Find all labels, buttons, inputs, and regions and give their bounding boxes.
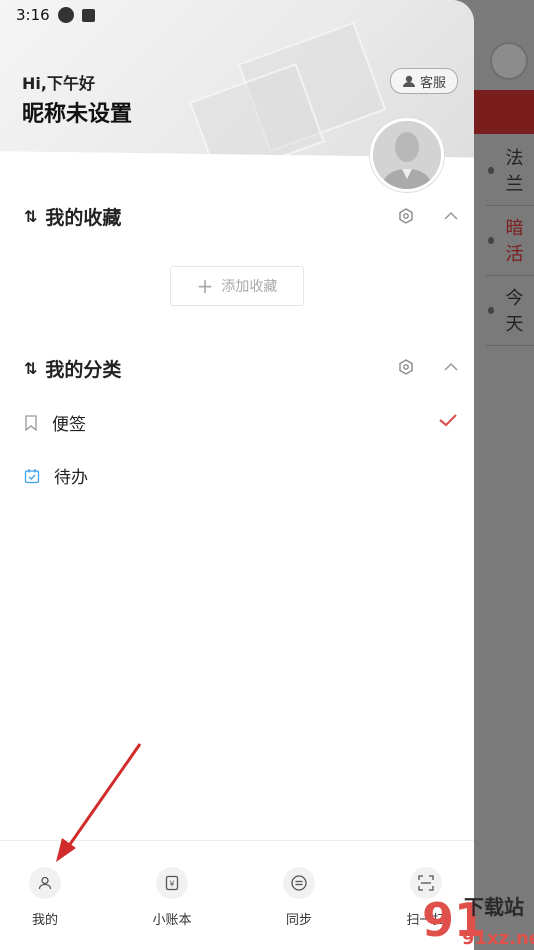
add-favorite-button[interactable]: + 添加收藏 [170, 266, 304, 306]
plus-icon: + [196, 274, 214, 298]
avatar[interactable] [370, 118, 444, 192]
background-avatar [490, 42, 528, 80]
bottom-tab-bar: 我的 ¥ 小账本 同步 扫一扫 [0, 840, 474, 950]
selected-check-icon [439, 414, 457, 427]
favorites-collapse-icon[interactable] [443, 208, 459, 224]
greeting-text: Hi,下午好 [22, 74, 95, 93]
background-list-item: 暗活 [486, 205, 534, 276]
svg-text:下载站: 下载站 [464, 895, 524, 919]
bookmark-icon [25, 414, 37, 431]
customer-service-button[interactable]: 客服 [390, 68, 458, 94]
watermark-logo: 91 下载站 91xz.net [422, 893, 534, 949]
background-list-item: 法兰 [486, 135, 534, 206]
status-a-icon [81, 8, 95, 22]
user-icon [38, 876, 52, 890]
categories-title: ⇅ 我的分类 [24, 359, 122, 381]
status-time: 3:16 [16, 6, 50, 24]
sync-icon [291, 875, 307, 891]
sort-icon[interactable]: ⇅ [24, 359, 37, 378]
categories-collapse-icon[interactable] [443, 359, 459, 375]
background-red-bar [474, 90, 534, 134]
svg-text:¥: ¥ [169, 880, 174, 889]
background-list-item: 今天 [486, 275, 534, 346]
sort-icon[interactable]: ⇅ [24, 207, 37, 226]
tab-ledger[interactable]: ¥ 小账本 [132, 867, 212, 928]
tab-sync[interactable]: 同步 [259, 867, 339, 928]
nickname-text[interactable]: 昵称未设置 [22, 96, 132, 128]
avatar-placeholder-icon [373, 121, 441, 189]
favorites-title: ⇅ 我的收藏 [24, 207, 122, 229]
tab-mine[interactable]: 我的 [5, 867, 85, 928]
svg-text:91xz.net: 91xz.net [462, 928, 534, 949]
customer-service-label: 客服 [419, 75, 446, 91]
customer-service-icon [402, 75, 415, 87]
categories-settings-icon[interactable] [398, 359, 414, 375]
status-bar: 3:16 [16, 6, 95, 24]
status-settings-icon [57, 7, 74, 23]
favorites-settings-icon[interactable] [398, 208, 414, 224]
ledger-icon: ¥ [165, 875, 179, 891]
category-item-todo[interactable]: 待办 [24, 463, 88, 488]
category-item-notes[interactable]: 便签 [24, 410, 86, 435]
side-drawer: 3:16 Hi,下午好 昵称未设置 客服 ⇅ 我的收藏 + 添加收藏 ⇅ 我的分… [0, 0, 474, 950]
calendar-check-icon [24, 468, 40, 483]
